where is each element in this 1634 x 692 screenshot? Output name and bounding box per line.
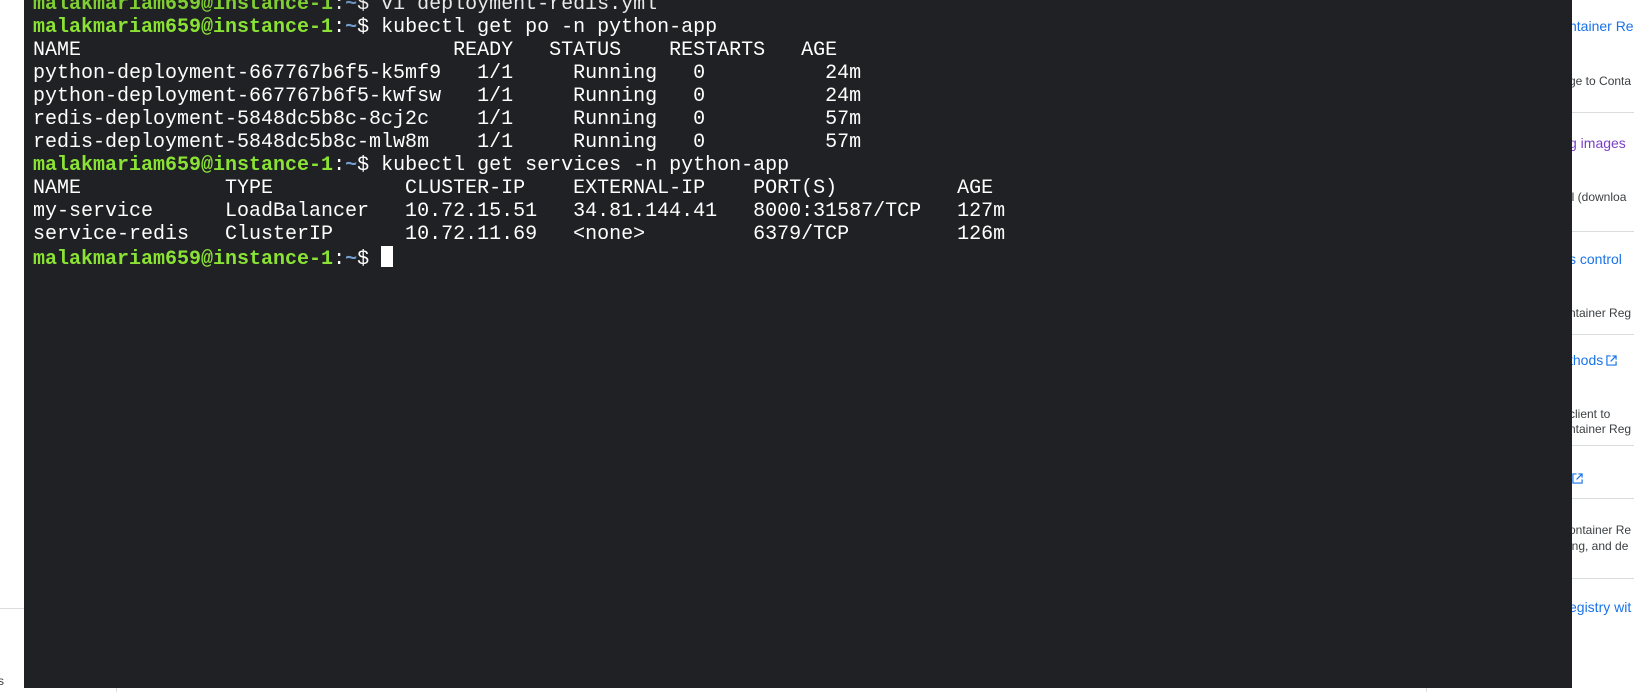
docs-link[interactable]: s control [1569, 251, 1622, 267]
prompt-symbol: $ [357, 0, 370, 16]
prompt-path: ~ [345, 154, 358, 177]
prompt-path: ~ [345, 0, 358, 16]
docs-text: ge to Conta [1569, 74, 1632, 88]
divider [1426, 688, 1427, 692]
prompt-path: ~ [345, 16, 358, 39]
command-text [369, 248, 381, 271]
command-text: kubectl get services -n python-app [369, 154, 790, 177]
terminal-cursor [381, 246, 394, 267]
divider [1568, 231, 1634, 232]
divider [1568, 445, 1634, 446]
docs-link-label: s control [1569, 251, 1622, 267]
prompt-symbol: $ [357, 154, 370, 177]
docs-link-label: thods [1569, 352, 1604, 368]
divider [116, 688, 117, 692]
divider [1568, 112, 1634, 113]
prompt-user-host: malakmariam659@instance-1 [33, 248, 334, 271]
divider [1568, 334, 1634, 335]
terminal-output: malakmariam659@instance-1:~$ vi deployme… [33, 0, 1006, 271]
docs-link[interactable]: thods [1569, 352, 1617, 368]
divider [1568, 498, 1634, 499]
command-text: vi deployment-redis.yml [369, 0, 658, 16]
divider [1568, 578, 1634, 579]
docs-link[interactable]: egistry wit [1569, 599, 1631, 615]
pods-table-row: python-deployment-667767b6f5-k5mf9 1/1 R… [33, 62, 862, 85]
background-bottom-edge [0, 688, 1634, 692]
prompt-user-host: malakmariam659@instance-1 [33, 16, 334, 39]
background-text: s [0, 674, 4, 688]
docs-text: ontainer Re [1569, 523, 1632, 537]
prompt-user-host: malakmariam659@instance-1 [33, 154, 334, 177]
external-link-icon [1606, 355, 1617, 366]
external-link-icon [1572, 473, 1583, 484]
terminal-line: malakmariam659@instance-1:~$ vi deployme… [33, 0, 1005, 16]
docs-link[interactable]: ntainer Reg [1569, 18, 1634, 34]
pods-table-row: redis-deployment-5848dc5b8c-mlw8m 1/1 Ru… [33, 131, 862, 154]
services-table-row: service-redis ClusterIP 10.72.11.69 <non… [33, 223, 1006, 246]
background-page-left: s [0, 0, 24, 692]
pods-table-row: redis-deployment-5848dc5b8c-8cj2c 1/1 Ru… [33, 108, 862, 131]
docs-text: client to [1569, 407, 1611, 421]
prompt-path: ~ [345, 248, 358, 271]
pods-table-header: NAME READY STATUS RESTARTS AGE [33, 39, 838, 62]
services-table-header: NAME TYPE CLUSTER-IP EXTERNAL-IP PORT(S)… [33, 177, 994, 200]
background-docs-panel: ntainer Reg ge to Conta g images ll (dow… [1568, 0, 1634, 692]
prompt-symbol: $ [357, 16, 370, 39]
services-table-row: my-service LoadBalancer 10.72.15.51 34.8… [33, 200, 1006, 223]
docs-text: ll (downloa [1569, 190, 1627, 204]
command-text: kubectl get po -n python-app [369, 16, 718, 39]
divider [0, 608, 24, 609]
docs-link[interactable]: g images [1569, 135, 1626, 151]
docs-text: ing, and de [1569, 539, 1629, 553]
docs-text: ntainer Reg [1569, 422, 1632, 436]
prompt-user-host: malakmariam659@instance-1 [33, 0, 334, 16]
terminal-window[interactable]: malakmariam659@instance-1:~$ vi deployme… [24, 0, 1572, 688]
terminal-input-line[interactable]: malakmariam659@instance-1:~$ [33, 246, 1005, 271]
pods-table-row: python-deployment-667767b6f5-kwfsw 1/1 R… [33, 85, 862, 108]
prompt-symbol: $ [357, 248, 370, 271]
terminal-line: malakmariam659@instance-1:~$ kubectl get… [33, 16, 718, 39]
docs-text: ntainer Reg [1569, 306, 1632, 320]
terminal-line: malakmariam659@instance-1:~$ kubectl get… [33, 154, 790, 177]
